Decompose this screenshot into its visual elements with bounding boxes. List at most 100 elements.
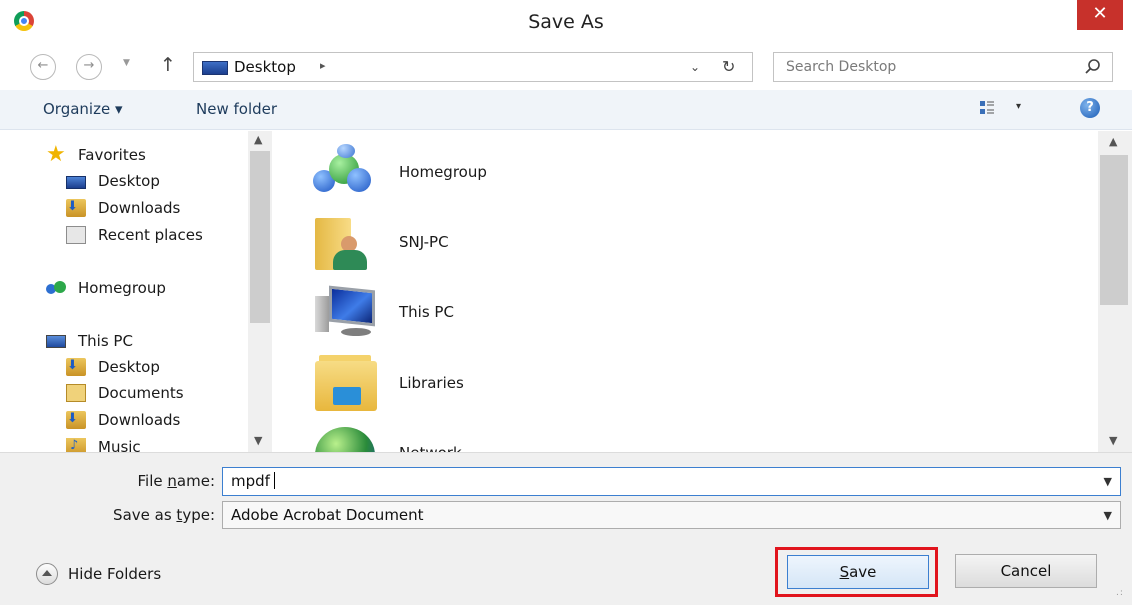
scroll-up-arrow-icon[interactable]: ▲ bbox=[1109, 135, 1117, 148]
nav-item-desktop[interactable]: Desktop bbox=[66, 169, 160, 193]
this-pc-icon bbox=[46, 334, 66, 348]
scrollbar-thumb[interactable] bbox=[250, 151, 270, 323]
up-button[interactable]: ↑ bbox=[160, 54, 176, 76]
downloads-icon bbox=[66, 199, 86, 217]
music-icon bbox=[66, 438, 86, 452]
nav-item-documents[interactable]: Documents bbox=[66, 381, 184, 405]
scroll-down-arrow-icon[interactable]: ▼ bbox=[1109, 434, 1117, 447]
save-as-type-select[interactable]: Adobe Acrobat Document ▼ bbox=[222, 501, 1121, 529]
nav-item-label: This PC bbox=[78, 332, 133, 350]
save-as-type-label: Save as type: bbox=[40, 506, 215, 524]
access-key: n bbox=[167, 472, 177, 490]
help-icon[interactable]: ? bbox=[1080, 98, 1100, 118]
nav-item-recent-places[interactable]: Recent places bbox=[66, 223, 203, 247]
address-row: ← → ▼ ↑ Desktop ▸ ⌄ ↻ Search Desktop bbox=[0, 44, 1132, 90]
list-item-homegroup[interactable]: Homegroup bbox=[311, 137, 487, 207]
collapse-up-icon bbox=[36, 563, 58, 585]
downloads-icon bbox=[66, 411, 86, 429]
address-bar[interactable]: Desktop ▸ ⌄ ↻ bbox=[193, 52, 753, 82]
nav-item-label: Documents bbox=[98, 384, 184, 402]
access-key: S bbox=[839, 563, 850, 581]
recent-places-icon bbox=[66, 226, 86, 244]
list-item-this-pc[interactable]: This PC bbox=[311, 277, 454, 347]
navigation-pane: ★ Favorites Desktop Downloads Recent pla… bbox=[0, 131, 273, 452]
homegroup-icon bbox=[311, 142, 379, 202]
file-name-text: mpdf bbox=[231, 472, 270, 490]
command-toolbar: Organize ▾ New folder ▾ ? bbox=[0, 90, 1132, 130]
homegroup-icon bbox=[46, 279, 66, 297]
search-icon[interactable] bbox=[1084, 58, 1102, 76]
list-item-label: Network bbox=[399, 444, 462, 452]
chevron-down-icon[interactable]: ▼ bbox=[1104, 509, 1112, 522]
nav-item-label: Music bbox=[98, 438, 141, 452]
recent-locations-dropdown[interactable]: ▼ bbox=[123, 58, 130, 68]
list-item-label: This PC bbox=[399, 303, 454, 321]
libraries-icon bbox=[311, 353, 379, 413]
scrollbar-thumb[interactable] bbox=[1100, 155, 1128, 305]
close-button[interactable]: ✕ bbox=[1077, 0, 1123, 30]
desktop-folder-icon bbox=[66, 358, 86, 376]
nav-item-pc-downloads[interactable]: Downloads bbox=[66, 408, 180, 432]
search-placeholder: Search Desktop bbox=[786, 59, 897, 75]
label-text: ype: bbox=[182, 506, 215, 524]
save-button[interactable]: Save bbox=[787, 555, 929, 589]
list-item-network[interactable]: Network bbox=[311, 418, 462, 452]
organize-menu[interactable]: Organize ▾ bbox=[43, 100, 123, 118]
list-item-label: Homegroup bbox=[399, 163, 487, 181]
nav-item-label: Desktop bbox=[98, 358, 160, 376]
cancel-button[interactable]: Cancel bbox=[955, 554, 1097, 588]
nav-item-label: Recent places bbox=[98, 226, 203, 244]
nav-item-label: Favorites bbox=[78, 146, 146, 164]
star-icon: ★ bbox=[46, 142, 66, 167]
file-name-label: File name: bbox=[40, 472, 215, 490]
user-folder-icon bbox=[311, 212, 379, 272]
scroll-up-arrow-icon[interactable]: ▲ bbox=[254, 133, 262, 146]
file-name-input[interactable]: mpdf ▼ bbox=[222, 467, 1121, 496]
nav-item-label: Downloads bbox=[98, 411, 181, 429]
nav-item-homegroup[interactable]: Homegroup bbox=[46, 276, 166, 300]
file-list-scrollbar[interactable]: ▲ ▼ bbox=[1098, 131, 1132, 452]
hide-folders-button[interactable]: Hide Folders bbox=[36, 563, 161, 585]
navigation-scrollbar[interactable]: ▲ ▼ bbox=[248, 131, 272, 452]
forward-button[interactable]: → bbox=[76, 54, 102, 80]
label-text: Save as bbox=[113, 506, 177, 524]
resize-grip-icon[interactable]: .: bbox=[1116, 588, 1124, 598]
address-location[interactable]: Desktop bbox=[234, 58, 296, 76]
network-icon bbox=[311, 423, 379, 452]
nav-item-downloads[interactable]: Downloads bbox=[66, 196, 180, 220]
list-item-label: SNJ-PC bbox=[399, 233, 449, 251]
desktop-icon bbox=[202, 61, 228, 75]
address-dropdown-button[interactable]: ⌄ bbox=[690, 60, 700, 74]
label-text: File bbox=[137, 472, 168, 490]
list-item-label: Libraries bbox=[399, 374, 464, 392]
title-bar: Save As ✕ bbox=[0, 0, 1132, 44]
search-input[interactable]: Search Desktop bbox=[773, 52, 1113, 82]
nav-item-label: Desktop bbox=[98, 172, 160, 190]
nav-item-favorites[interactable]: ★ Favorites bbox=[46, 143, 146, 167]
list-item-snj-pc[interactable]: SNJ-PC bbox=[311, 207, 449, 277]
new-folder-button[interactable]: New folder bbox=[196, 100, 277, 118]
breadcrumb-chevron-icon[interactable]: ▸ bbox=[320, 59, 326, 72]
view-options-dropdown[interactable]: ▾ bbox=[1016, 101, 1021, 112]
chevron-down-icon[interactable]: ▼ bbox=[1104, 475, 1112, 488]
computer-icon bbox=[311, 282, 379, 342]
window-title: Save As bbox=[528, 11, 604, 33]
change-view-icon[interactable] bbox=[979, 100, 995, 116]
documents-icon bbox=[66, 384, 86, 402]
nav-item-label: Homegroup bbox=[78, 279, 166, 297]
nav-item-pc-desktop[interactable]: Desktop bbox=[66, 355, 160, 379]
nav-item-music[interactable]: Music bbox=[66, 435, 141, 452]
file-name-value[interactable]: mpdf bbox=[231, 472, 275, 490]
label-text: ame: bbox=[176, 472, 215, 490]
refresh-button[interactable]: ↻ bbox=[722, 57, 735, 76]
desktop-icon bbox=[66, 175, 86, 189]
text-caret bbox=[273, 472, 275, 489]
scroll-down-arrow-icon[interactable]: ▼ bbox=[254, 434, 262, 447]
list-item-libraries[interactable]: Libraries bbox=[311, 348, 464, 418]
nav-item-label: Downloads bbox=[98, 199, 181, 217]
button-label: ave bbox=[849, 563, 877, 581]
back-button[interactable]: ← bbox=[30, 54, 56, 80]
save-form: File name: mpdf ▼ Save as type: Adobe Ac… bbox=[0, 452, 1132, 536]
save-as-type-value: Adobe Acrobat Document bbox=[231, 506, 424, 524]
nav-item-this-pc[interactable]: This PC bbox=[46, 329, 133, 353]
